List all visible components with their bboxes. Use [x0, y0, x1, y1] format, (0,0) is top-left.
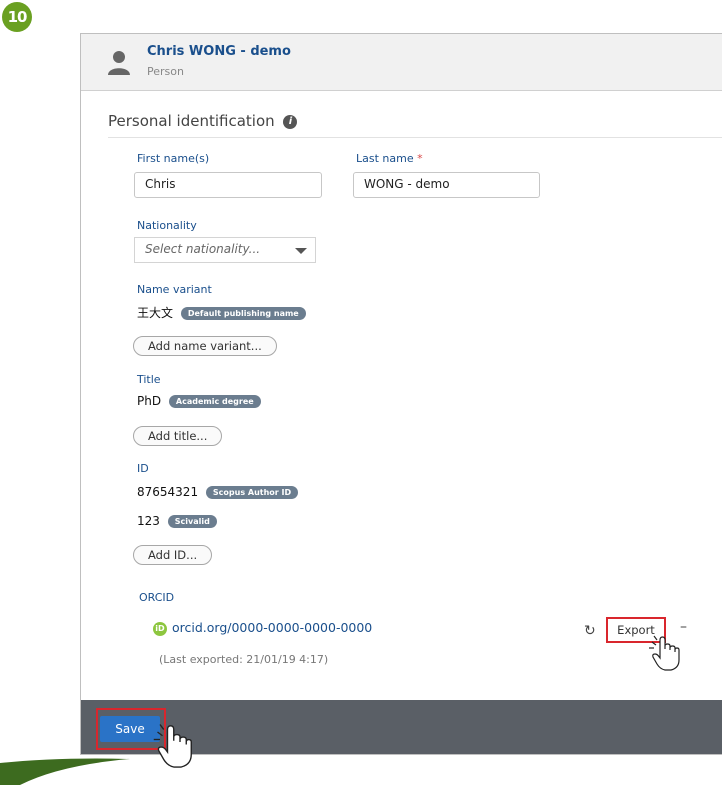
id-value: 87654321	[137, 485, 199, 499]
person-name[interactable]: Chris WONG - demo	[147, 44, 291, 59]
first-name-field[interactable]: Chris	[134, 172, 322, 198]
orcid-number[interactable]: 0000-0000-0000-0000	[231, 620, 372, 635]
last-name-field[interactable]: WONG - demo	[353, 172, 540, 198]
person-icon	[108, 51, 130, 75]
nationality-label: Nationality	[137, 219, 197, 232]
add-title-button[interactable]: Add title...	[133, 426, 223, 446]
section-divider	[108, 137, 722, 138]
person-type: Person	[147, 65, 184, 78]
title-label: Title	[137, 373, 161, 386]
id-value: 123	[137, 514, 160, 528]
pointer-hand-icon	[153, 724, 192, 768]
name-variant-badge: Default publishing name	[180, 307, 306, 320]
chevron-down-icon	[295, 248, 307, 254]
last-name-label-text: Last name	[356, 152, 414, 165]
id-label: ID	[137, 462, 149, 475]
id-row: 87654321 Scopus Author ID	[137, 485, 299, 499]
info-icon[interactable]: i	[283, 114, 298, 129]
add-id-button[interactable]: Add ID...	[133, 545, 213, 565]
id-badge: Scivalid	[167, 515, 217, 528]
id-row: 123 Scivalid	[137, 514, 217, 528]
first-name-label: First name(s)	[137, 152, 210, 165]
section-title-text: Personal identification	[108, 112, 275, 130]
pointer-hand-icon	[649, 635, 680, 671]
id-badge: Scopus Author ID	[205, 486, 299, 499]
name-variant-value: 王大文	[137, 306, 174, 320]
orcid-link-host[interactable]: orcid.org/	[172, 620, 231, 635]
refresh-icon[interactable]: ↻	[584, 623, 596, 639]
add-name-variant-button[interactable]: Add name variant...	[133, 336, 277, 356]
section-title: Personal identification i	[108, 112, 298, 130]
required-mark: *	[417, 152, 423, 165]
title-badge: Academic degree	[168, 395, 261, 408]
step-number-badge: 10	[2, 2, 32, 32]
title-value: PhD	[137, 394, 162, 408]
nationality-placeholder: Select nationality...	[145, 242, 261, 256]
last-exported-text: (Last exported: 21/01/19 4:17)	[159, 653, 329, 666]
last-name-label: Last name *	[356, 152, 423, 165]
orcid-label: ORCID	[139, 591, 175, 604]
remove-orcid-button[interactable]: –	[680, 619, 687, 635]
person-header: Chris WONG - demo Person	[81, 34, 722, 91]
nationality-select[interactable]: Select nationality...	[134, 237, 316, 263]
title-row: PhD Academic degree	[137, 394, 261, 408]
orcid-logo-icon: iD	[153, 621, 167, 636]
name-variant-label: Name variant	[137, 283, 212, 296]
decorative-swoosh	[0, 758, 130, 785]
name-variant-row: 王大文 Default publishing name	[137, 304, 306, 321]
orcid-row: iD orcid.org/0000-0000-0000-0000	[153, 620, 372, 636]
person-edit-panel: Chris WONG - demo Person Personal identi…	[80, 33, 722, 755]
